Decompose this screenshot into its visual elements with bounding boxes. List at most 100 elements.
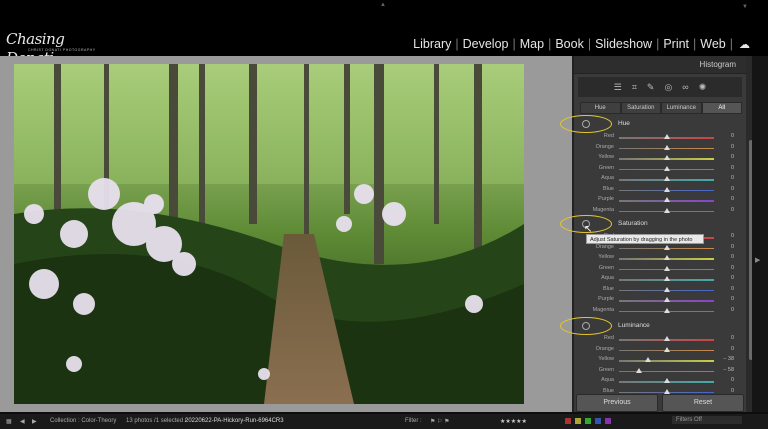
label-yellow[interactable] [575, 418, 581, 424]
saturation-slider-row[interactable]: Green 0 [574, 264, 746, 274]
module-book[interactable]: Book [554, 37, 585, 51]
reset-button[interactable]: Reset [662, 394, 744, 412]
collapse-top-icon[interactable]: ▲ [380, 2, 386, 8]
tab-all[interactable]: All [701, 102, 742, 114]
label-red[interactable] [565, 418, 571, 424]
slider-value[interactable]: 0 [731, 233, 734, 239]
slider-value[interactable]: 0 [731, 307, 734, 313]
hue-slider-row[interactable]: Orange 0 [574, 143, 746, 153]
saturation-slider-row[interactable]: Purple 0 [574, 295, 746, 305]
slider-track[interactable] [619, 360, 714, 362]
slider-knob[interactable] [663, 346, 670, 352]
luminance-slider-row[interactable]: Aqua 0 [574, 376, 746, 386]
filters-off-dropdown[interactable]: Filters Off [672, 416, 742, 424]
expand-right-icon[interactable]: ▼ [742, 4, 748, 10]
hue-slider-row[interactable]: Purple 0 [574, 195, 746, 205]
slider-knob[interactable] [663, 144, 670, 150]
label-purple[interactable] [605, 418, 611, 424]
slider-track[interactable] [619, 370, 714, 372]
luminance-slider-row[interactable]: Green − 58 [574, 366, 746, 376]
back-arrow-icon[interactable]: ◀ [20, 418, 25, 425]
slider-knob[interactable] [635, 367, 642, 373]
slider-knob[interactable] [663, 207, 670, 213]
slider-value[interactable]: 0 [731, 265, 734, 271]
slider-value[interactable]: 0 [731, 335, 734, 341]
slider-value[interactable]: 0 [731, 275, 734, 281]
star-rating[interactable]: ★★★★★ [500, 418, 527, 425]
luminance-slider-row[interactable]: Yellow − 38 [574, 355, 746, 365]
grid-icon[interactable]: ▦ [6, 418, 12, 425]
hue-slider-row[interactable]: Green 0 [574, 164, 746, 174]
edit-sliders-icon[interactable]: ☰ [614, 82, 622, 93]
slider-value[interactable]: 0 [731, 186, 734, 192]
slider-knob[interactable] [663, 336, 670, 341]
forest-photo[interactable] [14, 64, 524, 404]
slider-value[interactable]: 0 [731, 346, 734, 352]
slider-value[interactable]: − 38 [723, 356, 734, 362]
slider-value[interactable]: 0 [731, 244, 734, 250]
slider-knob[interactable] [663, 176, 670, 181]
collapse-panel-icon[interactable]: ▶ [755, 256, 760, 264]
presets-icon[interactable]: ✺ [699, 82, 707, 93]
slider-knob[interactable] [663, 276, 670, 281]
module-slideshow[interactable]: Slideshow [594, 37, 653, 51]
hue-slider-row[interactable]: Yellow 0 [574, 153, 746, 163]
previous-button[interactable]: Previous [576, 394, 658, 412]
slider-knob[interactable] [663, 286, 670, 292]
red-eye-icon[interactable]: ∞ [682, 82, 688, 92]
slider-knob[interactable] [663, 165, 670, 171]
hue-slider-row[interactable]: Red 0 [574, 132, 746, 142]
histogram-header[interactable]: Histogram [574, 56, 746, 74]
tab-saturation[interactable]: Saturation [620, 102, 661, 114]
module-print[interactable]: Print [662, 37, 690, 51]
hue-slider-row[interactable]: Blue 0 [574, 185, 746, 195]
slider-knob[interactable] [663, 265, 670, 271]
slider-knob[interactable] [663, 244, 670, 250]
collection-label[interactable]: Collection : Color-Theory [50, 418, 116, 424]
label-blue[interactable] [595, 418, 601, 424]
slider-value[interactable]: − 58 [723, 367, 734, 373]
masking-icon[interactable]: ◎ [664, 82, 672, 93]
slider-value[interactable]: 0 [731, 196, 734, 202]
flag-icons[interactable]: ⚑ ⚐ ⚑ [430, 418, 449, 425]
cloud-icon[interactable]: ☁ [736, 38, 750, 51]
crop-icon[interactable]: ⌗ [632, 82, 637, 93]
slider-value[interactable]: 0 [731, 286, 734, 292]
slider-knob[interactable] [663, 186, 670, 192]
slider-knob[interactable] [663, 197, 670, 202]
tab-luminance[interactable]: Luminance [661, 102, 702, 114]
slider-knob[interactable] [663, 388, 670, 394]
saturation-slider-row[interactable]: Blue 0 [574, 285, 746, 295]
slider-knob[interactable] [663, 378, 670, 383]
slider-value[interactable]: 0 [731, 207, 734, 213]
label-green[interactable] [585, 418, 591, 424]
saturation-slider-row[interactable]: Aqua 0 [574, 274, 746, 284]
slider-value[interactable]: 0 [731, 296, 734, 302]
slider-value[interactable]: 0 [731, 133, 734, 139]
healing-icon[interactable]: ✎ [647, 82, 655, 93]
forward-arrow-icon[interactable]: ▶ [32, 418, 37, 425]
slider-knob[interactable] [663, 255, 670, 260]
slider-value[interactable]: 0 [731, 388, 734, 394]
module-library[interactable]: Library [412, 37, 452, 51]
slider-value[interactable]: 0 [731, 154, 734, 160]
slider-value[interactable]: 0 [731, 165, 734, 171]
slider-value[interactable]: 0 [731, 377, 734, 383]
slider-value[interactable]: 0 [731, 254, 734, 260]
slider-value[interactable]: 0 [731, 144, 734, 150]
slider-knob[interactable] [645, 357, 652, 362]
luminance-slider-row[interactable]: Orange 0 [574, 345, 746, 355]
luminance-slider-row[interactable]: Red 0 [574, 334, 746, 344]
tab-hue[interactable]: Hue [580, 102, 621, 114]
filename[interactable]: 20220622-PA-Hickory-Run-6964CR3 [185, 418, 284, 424]
slider-knob[interactable] [663, 155, 670, 160]
module-develop[interactable]: Develop [462, 37, 510, 51]
slider-knob[interactable] [663, 297, 670, 302]
image-canvas[interactable] [0, 56, 572, 412]
slider-value[interactable]: 0 [731, 175, 734, 181]
hue-slider-row[interactable]: Magenta 0 [574, 206, 746, 216]
module-map[interactable]: Map [519, 37, 545, 51]
saturation-slider-row[interactable]: Yellow 0 [574, 253, 746, 263]
hue-slider-row[interactable]: Aqua 0 [574, 174, 746, 184]
slider-knob[interactable] [663, 134, 670, 139]
